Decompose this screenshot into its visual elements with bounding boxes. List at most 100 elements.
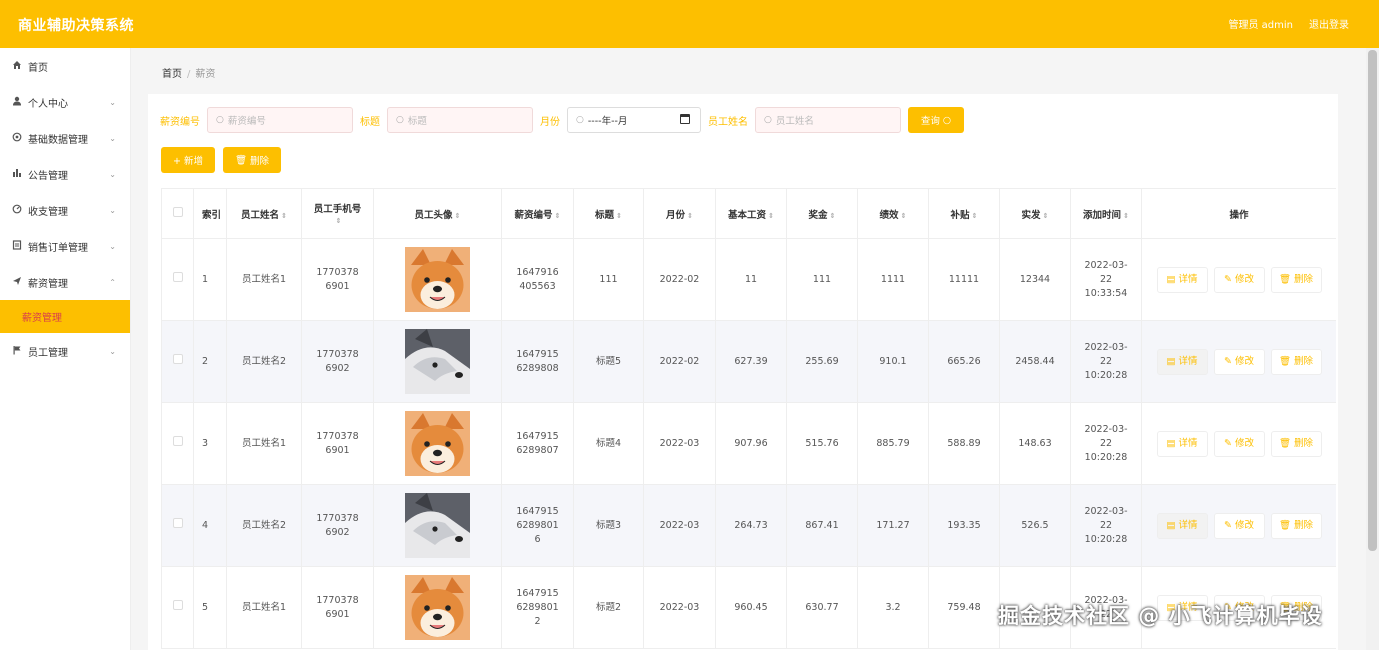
detail-label: 详情 — [1178, 273, 1198, 285]
salary-no-placeholder: 薪资编号 — [227, 116, 266, 127]
col-header-net[interactable]: 实发 ⇕ — [999, 188, 1071, 239]
sidebar-item-notice[interactable]: 公告管理 ⌄ — [0, 156, 130, 192]
table-header-row: 索引 员工姓名 ⇕ 员工手机号 ⇕ 员工头像 ⇕ 薪资编号 ⇕ 标题 ⇕ 月份 ⇕ 基本工资… — [161, 188, 1336, 239]
cell-salary-no: 16479156289807 — [501, 402, 574, 485]
document-icon: ▤ — [1166, 273, 1176, 285]
admin-user-link[interactable]: 管理员 admin — [1228, 16, 1293, 31]
col-header-avatar[interactable]: 员工头像 ⇕ — [373, 188, 502, 239]
sort-icon[interactable]: ⇕ — [768, 212, 774, 220]
batch-delete-button[interactable]: 🗑 删除 — [222, 147, 282, 173]
delete-button[interactable]: 🗑 删除 — [1270, 430, 1322, 457]
cell-created: 2022-03-22 10:33:54 — [1070, 238, 1142, 321]
add-button[interactable]: + 新增 — [161, 147, 215, 173]
sidebar-item-salary[interactable]: 薪资管理 ⌃ — [0, 264, 130, 300]
cell-performance: 171.27 — [857, 484, 929, 567]
breadcrumb-home[interactable]: 首页 — [162, 69, 182, 80]
sort-icon[interactable]: ⇕ — [901, 212, 907, 220]
title-input[interactable]: ○ 标题 — [387, 107, 533, 133]
sidebar-item-basic-data[interactable]: 基础数据管理 ⌄ — [0, 120, 130, 156]
trash-icon: 🗑 — [1278, 519, 1291, 531]
page-scrollbar[interactable] — [1366, 48, 1379, 650]
cell-salary-no: 1647916405563 — [501, 238, 574, 321]
sort-icon[interactable]: ⇕ — [281, 212, 287, 220]
detail-button[interactable]: ▤ 详情 — [1156, 348, 1208, 375]
col-header-name[interactable]: 员工姓名 ⇕ — [226, 188, 302, 239]
select-all-checkbox-cell — [161, 188, 194, 239]
col-header-label: 奖金 — [808, 209, 828, 221]
query-button[interactable]: 查询 ○ — [908, 107, 964, 133]
detail-button[interactable]: ▤ 详情 — [1156, 266, 1208, 293]
row-checkbox[interactable] — [172, 518, 183, 528]
sidebar-item-profile[interactable]: 个人中心 ⌄ — [0, 84, 130, 120]
sort-icon[interactable]: ⇕ — [616, 212, 622, 220]
sidebar-item-label: 基础数据管理 — [28, 134, 88, 146]
delete-button[interactable]: 🗑 删除 — [1270, 348, 1322, 375]
sidebar-item-finance[interactable]: 收支管理 ⌄ — [0, 192, 130, 228]
scrollbar-thumb[interactable] — [1368, 50, 1377, 551]
logout-link[interactable]: 退出登录 — [1309, 16, 1349, 31]
sidebar-item-label: 公告管理 — [28, 170, 68, 182]
settings-icon — [11, 132, 23, 145]
employee-name-input[interactable]: ○ 员工姓名 — [755, 107, 901, 133]
sidebar-subitem-salary-management[interactable]: 薪资管理 — [0, 300, 130, 333]
cell-actions: ▤ 详情 ✎ 修改 🗑 删除 — [1141, 320, 1336, 403]
month-input[interactable]: ○ ----年--月 — [567, 107, 701, 133]
edit-button[interactable]: ✎ 修改 — [1213, 266, 1265, 293]
cell-salary-no: 16479156289808 — [501, 320, 574, 403]
edit-icon: ✎ — [1223, 437, 1232, 449]
row-checkbox-cell — [161, 566, 194, 649]
cell-net: 526.5 — [999, 484, 1071, 567]
sort-icon[interactable]: ⇕ — [455, 212, 461, 220]
col-header-bonus[interactable]: 奖金 ⇕ — [786, 188, 858, 239]
row-checkbox[interactable] — [172, 354, 183, 364]
sidebar-item-label: 薪资管理 — [28, 278, 68, 290]
col-header-base[interactable]: 基本工资 ⇕ — [715, 188, 787, 239]
salary-no-input[interactable]: ○ 薪资编号 — [207, 107, 353, 133]
select-all-checkbox[interactable] — [172, 207, 183, 217]
cell-index: 3 — [193, 402, 227, 485]
cell-phone: 17703786902 — [301, 484, 374, 567]
sort-icon[interactable]: ⇕ — [336, 217, 342, 225]
edit-button[interactable]: ✎ 修改 — [1213, 348, 1265, 375]
col-header-actions: 操作 — [1141, 188, 1336, 239]
sidebar-item-label: 销售订单管理 — [28, 242, 88, 254]
delete-button[interactable]: 🗑 删除 — [1270, 266, 1322, 293]
cell-base: 11 — [715, 238, 787, 321]
detail-button[interactable]: ▤ 详情 — [1156, 430, 1208, 457]
sidebar-item-orders[interactable]: 销售订单管理 ⌄ — [0, 228, 130, 264]
col-header-month[interactable]: 月份 ⇕ — [643, 188, 716, 239]
col-header-performance[interactable]: 绩效 ⇕ — [857, 188, 929, 239]
col-header-salary-no[interactable]: 薪资编号 ⇕ — [501, 188, 574, 239]
col-header-phone[interactable]: 员工手机号 ⇕ — [301, 188, 374, 239]
search-form: 薪资编号 ○ 薪资编号 标题 ○ 标题 月份 ○ ----年--月 员工姓名 ○ 员工姓… — [160, 107, 964, 133]
cell-name: 员工姓名1 — [226, 238, 302, 321]
edit-button[interactable]: ✎ 修改 — [1213, 512, 1265, 539]
row-checkbox[interactable] — [172, 436, 183, 446]
row-checkbox[interactable] — [172, 272, 183, 282]
cell-index: 1 — [193, 238, 227, 321]
row-checkbox[interactable] — [172, 600, 183, 610]
sort-icon[interactable]: ⇕ — [687, 212, 693, 220]
calendar-icon[interactable] — [680, 114, 690, 124]
cell-title: 标题3 — [573, 484, 644, 567]
cell-performance: 3.2 — [857, 566, 929, 649]
chevron-up-icon: ⌃ — [109, 277, 116, 287]
col-header-subsidy[interactable]: 补贴 ⇕ — [928, 188, 1000, 239]
edit-button[interactable]: ✎ 修改 — [1213, 430, 1265, 457]
sort-icon[interactable]: ⇕ — [830, 212, 836, 220]
trash-icon: 🗑 — [1278, 355, 1291, 367]
sidebar-item-employees[interactable]: 员工管理 ⌄ — [0, 333, 130, 369]
sidebar-item-home[interactable]: 首页 — [0, 48, 130, 84]
col-header-index: 索引 — [193, 188, 227, 239]
detail-button[interactable]: ▤ 详情 — [1156, 512, 1208, 539]
sort-icon[interactable]: ⇕ — [1123, 212, 1129, 220]
chevron-down-icon: ⌄ — [109, 133, 116, 143]
cell-bonus: 630.77 — [786, 566, 858, 649]
sort-icon[interactable]: ⇕ — [555, 212, 561, 220]
cell-name: 员工姓名2 — [226, 320, 302, 403]
delete-button[interactable]: 🗑 删除 — [1270, 512, 1322, 539]
col-header-created[interactable]: 添加时间 ⇕ — [1070, 188, 1142, 239]
col-header-title[interactable]: 标题 ⇕ — [573, 188, 644, 239]
sort-icon[interactable]: ⇕ — [1043, 212, 1049, 220]
sort-icon[interactable]: ⇕ — [972, 212, 978, 220]
